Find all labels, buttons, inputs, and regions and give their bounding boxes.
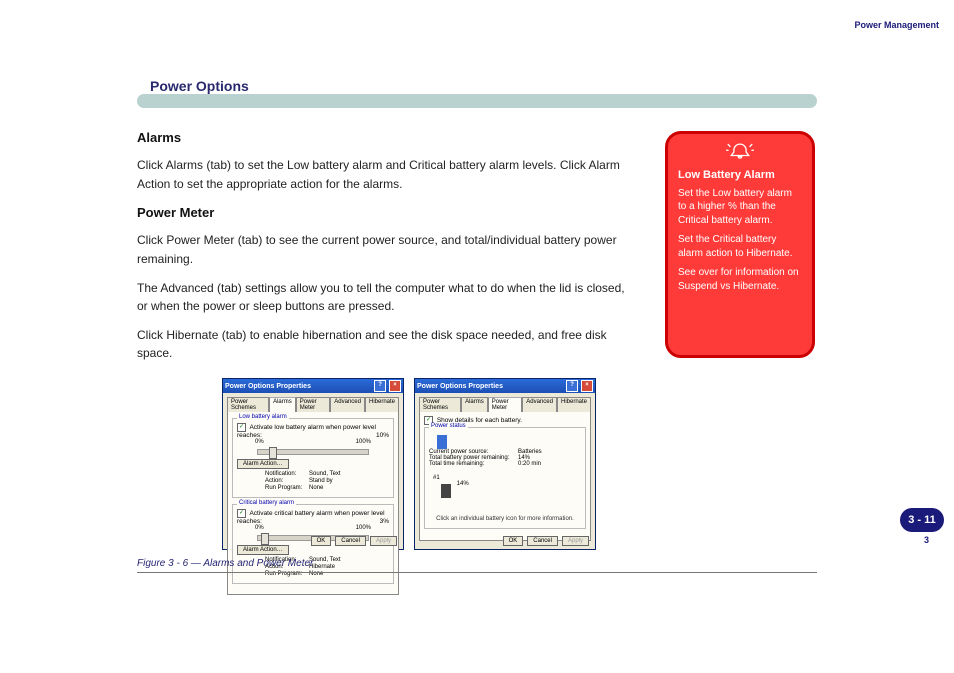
tab-strip: Power Schemes Alarms Power Meter Advance… [227, 396, 399, 411]
slider-max-label: 100% [356, 439, 371, 445]
group-power-status: Power status Current power source:Batter… [424, 427, 586, 529]
checkbox-crit-activate[interactable] [237, 509, 246, 518]
slider-low[interactable] [257, 449, 369, 455]
value-time-remaining: 0:20 min [518, 461, 558, 467]
value-low-action: Stand by [309, 478, 389, 484]
value-low-notification: Sound, Text [309, 471, 389, 477]
value-crit-notification: Sound, Text [309, 557, 389, 563]
label-crit-activate: Activate critical battery alarm when pow… [237, 510, 385, 525]
tab-strip-pm: Power Schemes Alarms Power Meter Advance… [419, 396, 591, 411]
slider-crit-min-label: 0% [255, 525, 264, 531]
legend-power-status: Power status [429, 423, 468, 429]
paragraph-hibernate: Click Hibernate (tab) to enable hibernat… [137, 326, 637, 363]
slider-crit-max-label: 100% [356, 525, 371, 531]
ok-button-pm[interactable]: OK [503, 536, 524, 546]
legend-critical-battery: Critical battery alarm [237, 500, 296, 506]
label-run-program: Run Program: [265, 485, 305, 491]
battery-icon [437, 435, 447, 449]
value-crit-action: Hibernate [309, 564, 389, 570]
value-crit-percent: 3% [380, 518, 389, 525]
figure-caption: Figure 3 - 6 — Alarms and Power Meter [137, 558, 313, 569]
help-icon[interactable]: ? [374, 380, 386, 392]
tab-power-schemes[interactable]: Power Schemes [227, 397, 269, 412]
button-low-alarm-action[interactable]: Alarm Action… [237, 459, 289, 469]
dialog-title-pm: Power Options Properties [417, 383, 503, 390]
heading-alarms: Alarms [137, 128, 637, 148]
dialog-titlebar[interactable]: Power Options Properties ? × [223, 379, 403, 393]
tab-advanced-pm[interactable]: Advanced [522, 397, 557, 412]
heading-power-meter: Power Meter [137, 203, 637, 223]
close-icon-pm[interactable]: × [581, 380, 593, 392]
checkbox-low-activate[interactable] [237, 423, 246, 432]
label-time-remaining: Total time remaining: [429, 461, 514, 467]
label-notification: Notification: [265, 471, 305, 477]
chapter-number: 3 [924, 535, 929, 545]
warning-p3: See over for information on Suspend vs H… [678, 266, 802, 293]
legend-low-battery: Low battery alarm [237, 414, 289, 420]
tab-alarms-pm[interactable]: Alarms [461, 397, 488, 412]
tab-power-meter[interactable]: Power Meter [296, 397, 331, 412]
label-low-activate: Activate low battery alarm when power le… [237, 424, 376, 439]
tab-advanced[interactable]: Advanced [330, 397, 365, 412]
dialog-titlebar-pm[interactable]: Power Options Properties ? × [415, 379, 595, 393]
tab-power-meter-pm[interactable]: Power Meter [488, 397, 523, 412]
alarm-bell-icon [726, 140, 754, 164]
value-low-percent: 10% [376, 432, 389, 439]
close-icon[interactable]: × [389, 380, 401, 392]
tab-power-schemes-pm[interactable]: Power Schemes [419, 397, 461, 412]
battery-1-percent: 14% [457, 481, 469, 487]
battery-click-hint: Click an individual battery icon for mor… [429, 516, 581, 522]
page-number-badge: 3 - 11 [900, 508, 944, 532]
slider-crit-thumb[interactable] [261, 533, 269, 545]
tab-hibernate[interactable]: Hibernate [365, 397, 399, 412]
group-low-battery: Low battery alarm Activate low battery a… [232, 418, 394, 498]
dialog-power-meter: Power Options Properties ? × Power Schem… [414, 378, 596, 550]
warning-p2: Set the Critical battery alarm action to… [678, 233, 802, 260]
battery-1-label: #1 [433, 475, 440, 481]
apply-button[interactable]: Apply [370, 536, 397, 546]
slider-low-thumb[interactable] [269, 447, 277, 459]
body-text: Alarms Click Alarms (tab) to set the Low… [137, 128, 637, 373]
apply-button-pm[interactable]: Apply [562, 536, 589, 546]
cancel-button[interactable]: Cancel [335, 536, 366, 546]
value-low-run: None [309, 485, 389, 491]
tab-hibernate-pm[interactable]: Hibernate [557, 397, 591, 412]
tab-alarms[interactable]: Alarms [269, 397, 296, 412]
label-action: Action: [265, 478, 305, 484]
paragraph-power-meter: Click Power Meter (tab) to see the curre… [137, 231, 637, 268]
section-title-bar [137, 94, 817, 108]
paragraph-advanced: The Advanced (tab) settings allow you to… [137, 279, 637, 316]
ok-button[interactable]: OK [311, 536, 332, 546]
paragraph-alarms: Click Alarms (tab) to set the Low batter… [137, 156, 637, 193]
warning-p1: Set the Low battery alarm to a higher % … [678, 187, 802, 228]
horizontal-rule [137, 572, 817, 573]
warning-title: Low Battery Alarm [678, 168, 802, 183]
dialog-alarms: Power Options Properties ? × Power Schem… [222, 378, 404, 550]
battery-1-icon[interactable] [441, 484, 451, 498]
dialog-title: Power Options Properties [225, 383, 311, 390]
running-header: Power Management [854, 20, 939, 30]
tab-panel-power-meter: Show details for each battery. Power sta… [419, 411, 591, 541]
warning-callout: Low Battery Alarm Set the Low battery al… [665, 131, 815, 358]
button-crit-alarm-action[interactable]: Alarm Action… [237, 545, 289, 555]
section-title: Power Options [150, 78, 249, 94]
help-icon-pm[interactable]: ? [566, 380, 578, 392]
slider-min-label: 0% [255, 439, 264, 445]
cancel-button-pm[interactable]: Cancel [527, 536, 558, 546]
